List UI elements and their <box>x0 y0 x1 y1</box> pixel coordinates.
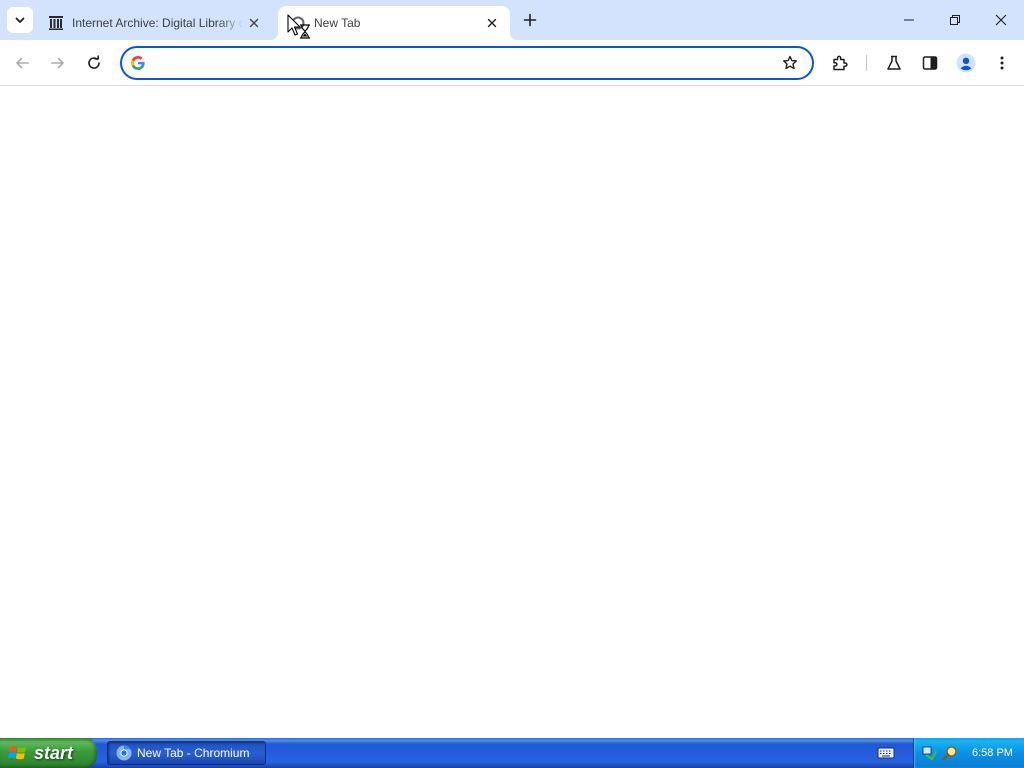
kebab-menu-icon <box>1000 56 1004 70</box>
page-content <box>0 87 1024 738</box>
tab-search-button[interactable] <box>7 7 33 33</box>
close-tab-icon[interactable] <box>482 13 502 33</box>
side-panel-button[interactable] <box>914 47 946 79</box>
flask-icon <box>887 55 901 70</box>
start-label: start <box>34 742 74 763</box>
close-tab-icon[interactable] <box>244 13 264 33</box>
clock[interactable]: 6:58 PM <box>972 747 1013 759</box>
minimize-button[interactable] <box>886 0 932 40</box>
avatar-icon <box>956 53 976 73</box>
forward-button[interactable] <box>42 47 74 79</box>
loading-spinner-icon <box>290 15 306 31</box>
plus-icon <box>523 13 537 27</box>
tab-internet-archive[interactable]: Internet Archive: Digital Library of Fre… <box>40 6 272 40</box>
back-button[interactable] <box>6 47 38 79</box>
system-tray: 6:58 PM <box>913 738 1024 768</box>
puzzle-piece-icon <box>833 55 848 71</box>
close-window-button[interactable] <box>978 0 1024 40</box>
tab-title: Internet Archive: Digital Library of Fre… <box>72 16 244 30</box>
restore-icon <box>950 15 960 25</box>
tab-new-tab[interactable]: New Tab <box>270 6 518 40</box>
keyboard-icon[interactable] <box>877 745 895 761</box>
reload-icon <box>88 55 100 69</box>
minimize-icon <box>904 19 914 21</box>
star-icon[interactable] <box>776 49 804 77</box>
toolbar-divider <box>866 55 867 71</box>
restore-button[interactable] <box>932 0 978 40</box>
search-icon[interactable] <box>942 745 958 761</box>
taskbar-item-label: New Tab - Chromium <box>137 746 250 760</box>
address-input[interactable] <box>156 49 776 77</box>
windows-logo-icon <box>8 746 26 760</box>
tab-strip: Internet Archive: Digital Library of Fre… <box>0 0 1024 40</box>
internet-archive-icon <box>48 15 64 31</box>
labs-button[interactable] <box>878 47 910 79</box>
window-controls <box>886 0 1024 40</box>
extensions-button[interactable] <box>824 47 856 79</box>
google-g-icon <box>130 55 146 71</box>
chromium-icon <box>116 745 132 761</box>
taskbar-item-chromium[interactable]: New Tab - Chromium <box>107 741 266 765</box>
arrow-left-icon <box>16 57 29 69</box>
taskbar: start New Tab - Chromium 6:58 PM <box>0 738 1024 768</box>
arrow-right-icon <box>51 57 64 69</box>
new-tab-button[interactable] <box>518 8 542 32</box>
profile-button[interactable] <box>950 47 982 79</box>
browser-toolbar <box>0 40 1024 86</box>
network-icon[interactable] <box>922 745 938 761</box>
address-bar[interactable] <box>120 46 814 80</box>
menu-button[interactable] <box>986 47 1018 79</box>
tab-title: New Tab <box>314 16 361 30</box>
start-button[interactable]: start <box>0 738 97 768</box>
chevron-down-icon <box>15 17 25 23</box>
reload-button[interactable] <box>78 47 110 79</box>
close-icon <box>995 14 1007 26</box>
side-panel-icon <box>922 56 938 70</box>
